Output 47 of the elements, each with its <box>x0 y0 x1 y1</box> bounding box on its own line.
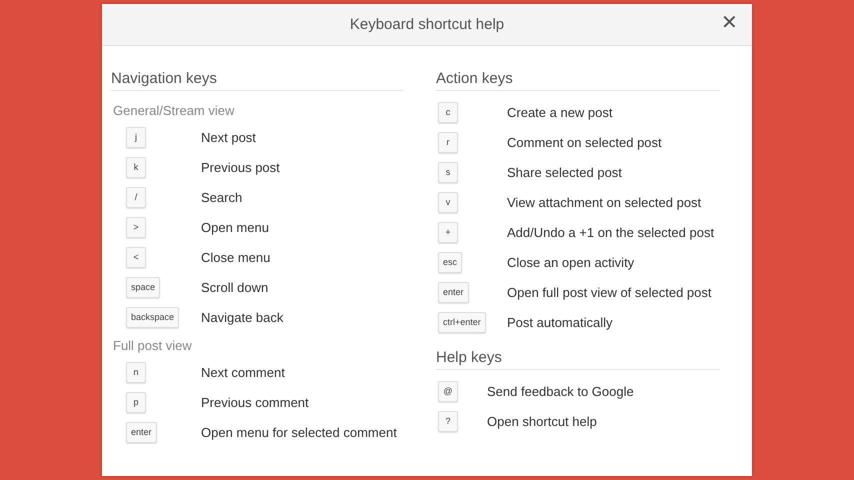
shortcut-description: Search <box>201 190 244 204</box>
dialog-title: Keyboard shortcut help <box>350 16 504 33</box>
key-cap: ? <box>438 410 458 432</box>
shortcut-description: Navigate back <box>201 310 284 324</box>
key-cap: enter <box>438 282 469 302</box>
shortcut-description: View attachment on selected post <box>507 194 702 210</box>
key-cap: r <box>438 132 458 152</box>
key-cap: backspace <box>126 306 180 328</box>
key-cap: esc <box>438 252 462 272</box>
key-cap: k <box>126 156 146 178</box>
section-heading: Help keys <box>436 349 720 370</box>
shortcut-description: Send feedback to Google <box>487 384 635 398</box>
key-cap: v <box>438 192 458 212</box>
key-cap: space <box>126 276 160 298</box>
group-heading: General/Stream view <box>112 102 236 120</box>
key-cap: s <box>438 162 458 182</box>
shortcut-description: Previous comment <box>201 394 310 410</box>
key-cap: enter <box>126 422 157 442</box>
shortcut-description: Open full post view of selected post <box>507 284 713 300</box>
key-cap: > <box>126 216 146 238</box>
key-cap: p <box>126 392 146 412</box>
key-cap: n <box>126 362 146 382</box>
key-cap: < <box>126 246 146 268</box>
shortcut-description: Scroll down <box>201 280 270 294</box>
key-cap: j <box>126 126 146 148</box>
shortcut-description: Next post <box>201 130 257 144</box>
section-heading: Navigation keys <box>111 70 403 91</box>
shortcut-description: Create a new post <box>507 104 614 120</box>
shortcut-description: Comment on selected post <box>507 134 663 150</box>
key-cap: / <box>126 186 146 208</box>
shortcut-description: Open shortcut help <box>487 414 598 428</box>
key-cap: c <box>438 102 458 122</box>
shortcut-description: Share selected post <box>507 164 623 180</box>
key-cap: @ <box>438 380 458 402</box>
group-heading: Full post view <box>112 337 193 355</box>
shortcut-description: Next comment <box>201 364 286 380</box>
shortcut-description: Close menu <box>201 250 272 264</box>
shortcut-description: Previous post <box>201 160 281 174</box>
shortcut-description: Open menu <box>201 220 270 234</box>
shortcut-description: Add/Undo a +1 on the selected post <box>507 224 716 240</box>
key-cap: + <box>438 222 458 242</box>
shortcut-description: Open menu for selected comment <box>201 424 398 440</box>
close-button[interactable]: ✕ <box>717 11 742 35</box>
key-cap: ctrl+enter <box>438 312 486 332</box>
shortcut-description: Post automatically <box>507 314 614 330</box>
section-heading: Action keys <box>436 70 720 91</box>
shortcut-description: Close an open activity <box>507 254 636 270</box>
